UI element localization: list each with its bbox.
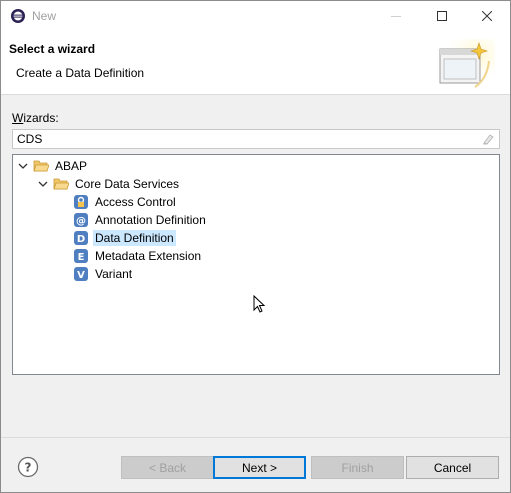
tree-item-label: Data Definition [93, 230, 176, 246]
tree-item-data-definition[interactable]: D Data Definition [73, 229, 176, 247]
wizards-label: Wizards: [12, 111, 59, 125]
close-icon [482, 11, 492, 21]
title-bar: New [1, 1, 510, 31]
tree-item-label: Annotation Definition [95, 213, 206, 227]
minimize-icon [391, 16, 401, 17]
tree-item-label: Metadata Extension [95, 249, 202, 263]
chevron-down-icon[interactable] [37, 178, 49, 190]
tree-item-access-control[interactable]: Access Control [73, 193, 178, 211]
maximize-icon [437, 11, 447, 21]
variant-icon: V [74, 267, 88, 281]
chevron-down-icon[interactable] [17, 160, 29, 172]
new-wizard-banner-icon [435, 39, 495, 91]
tree-item-label: Access Control [95, 195, 176, 209]
minimize-button[interactable] [373, 1, 419, 31]
wizard-filter[interactable] [12, 129, 500, 149]
maximize-button[interactable] [419, 1, 465, 31]
svg-text:E: E [78, 252, 85, 263]
wizard-tree[interactable]: ABAP Core Data Services Access Control @ [12, 154, 500, 375]
filter-input[interactable] [17, 131, 467, 147]
svg-text:D: D [77, 234, 85, 245]
close-button[interactable] [464, 1, 510, 31]
metadata-extension-icon: E [74, 249, 88, 263]
svg-text:V: V [77, 270, 85, 281]
page-description: Create a Data Definition [16, 66, 145, 80]
eclipse-app-icon [11, 9, 25, 23]
wizards-label-text: izards: [23, 111, 59, 125]
tree-item-variant[interactable]: V Variant [73, 265, 134, 283]
tree-node-abap[interactable]: ABAP [17, 157, 89, 175]
tree-item-metadata-extension[interactable]: E Metadata Extension [73, 247, 203, 265]
wizards-label-accelerator: W [12, 111, 24, 125]
tree-item-annotation-definition[interactable]: @ Annotation Definition [73, 211, 208, 229]
tree-node-label: Core Data Services [75, 177, 180, 191]
help-icon[interactable]: ? [17, 456, 39, 478]
access-control-icon [74, 195, 88, 209]
cancel-button[interactable]: Cancel [406, 456, 499, 479]
finish-button[interactable]: Finish [311, 456, 404, 479]
page-title: Select a wizard [9, 42, 96, 56]
mouse-pointer-icon [253, 295, 266, 313]
annotation-definition-icon: @ [74, 213, 88, 227]
tree-node-label: ABAP [55, 159, 88, 173]
next-button[interactable]: Next > [213, 456, 306, 479]
data-definition-icon: D [74, 231, 88, 245]
back-button[interactable]: < Back [121, 456, 214, 479]
window-title: New [32, 9, 57, 23]
clear-filter-icon[interactable] [481, 132, 495, 146]
new-wizard-dialog: New Select a wizard Create a Data Defini… [0, 0, 511, 493]
svg-text:@: @ [76, 216, 86, 227]
svg-text:?: ? [25, 461, 32, 475]
folder-open-icon [53, 178, 69, 190]
footer-divider [1, 437, 510, 438]
wizard-header: Select a wizard Create a Data Definition [1, 31, 510, 95]
tree-node-core-data-services[interactable]: Core Data Services [37, 175, 181, 193]
tree-item-label: Variant [95, 267, 133, 281]
folder-open-icon [33, 160, 49, 172]
